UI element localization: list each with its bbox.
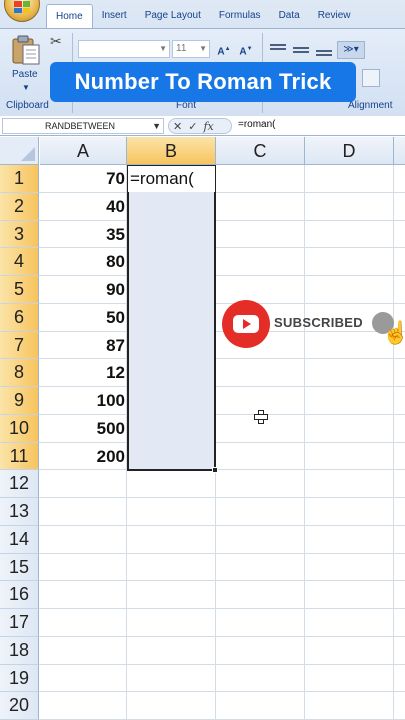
wrap-text-icon[interactable] [362,69,380,87]
formula-bar: RANDBETWEEN ▼ ✕ ✓ fx =roman( [0,116,405,136]
spreadsheet-grid: A B C D 1 2 3 4 5 6 7 8 9 10 11 12 13 14 15 16 17 18 19 20 … [0,137,405,720]
row-header-11[interactable]: 11 [0,442,39,471]
cell-a3[interactable]: 35 [40,225,125,245]
formula-buttons: ✕ ✓ fx [168,118,232,134]
cell-a4[interactable]: 80 [40,252,125,272]
chevron-down-icon: ▼ [159,44,167,53]
row-header-4[interactable]: 4 [0,248,39,276]
row-header-6[interactable]: 6 [0,303,39,332]
row-header-18[interactable]: 18 [0,636,39,665]
align-top-icon[interactable] [268,43,288,57]
fill-handle[interactable] [212,467,218,473]
cell-a9[interactable]: 100 [40,391,125,411]
subscribe-overlay[interactable]: SUBSCRIBED ☝ [222,298,405,350]
column-header-e[interactable] [394,137,405,165]
selected-range-b1-b11[interactable] [127,165,216,471]
tab-page-layout[interactable]: Page Layout [136,4,210,28]
row-header-1[interactable]: 1 [0,165,39,193]
insert-function-icon[interactable]: fx [203,120,213,133]
tab-insert[interactable]: Insert [93,4,136,28]
tab-data[interactable]: Data [270,4,309,28]
hand-cursor-icon: ☝ [382,320,405,345]
tab-review[interactable]: Review [309,4,360,28]
video-title-banner: Number To Roman Trick [50,62,356,102]
column-header-b[interactable]: B [127,137,216,165]
chevron-down-icon[interactable]: ▼ [22,83,30,92]
subscribed-label: SUBSCRIBED [274,315,363,330]
cell-a6[interactable]: 50 [40,308,125,328]
row-header-10[interactable]: 10 [0,414,39,443]
office-logo-icon [14,1,30,13]
column-header-d[interactable]: D [305,137,394,165]
row-header-5[interactable]: 5 [0,276,39,304]
active-cell-b1[interactable]: =roman( [128,166,215,192]
row-header-3[interactable]: 3 [0,220,39,249]
tab-home[interactable]: Home [46,4,93,28]
office-button[interactable] [4,0,40,22]
excel-window: Home Insert Page Layout Formulas Data Re… [0,0,405,720]
enter-icon[interactable]: ✓ [188,120,197,133]
cell-cursor-icon [254,410,268,424]
font-size-select[interactable]: 11 ▼ [172,40,210,58]
cell-a11[interactable]: 200 [40,447,125,467]
row-header-8[interactable]: 8 [0,359,39,387]
row-header-17[interactable]: 17 [0,609,39,637]
cell-a10[interactable]: 500 [40,419,125,439]
name-box-value: RANDBETWEEN [45,121,116,131]
paste-button[interactable]: Paste [12,69,38,80]
align-bottom-icon[interactable] [314,43,334,57]
row-header-14[interactable]: 14 [0,525,39,554]
chevron-down-icon[interactable]: ▼ [152,121,161,131]
cell-a8[interactable]: 12 [40,363,125,383]
group-label-alignment: Alignment [348,100,393,111]
cancel-icon[interactable]: ✕ [173,120,182,133]
cell-a7[interactable]: 87 [40,336,125,356]
tab-formulas[interactable]: Formulas [210,4,270,28]
font-name-select[interactable]: ▼ [78,40,170,58]
row-header-20[interactable]: 20 [0,692,39,720]
group-label-clipboard: Clipboard [6,100,49,111]
row-header-12[interactable]: 12 [0,470,39,498]
row-header-9[interactable]: 9 [0,387,39,415]
row-header-19[interactable]: 19 [0,664,39,693]
row-header-7[interactable]: 7 [0,331,39,360]
cell-a2[interactable]: 40 [40,197,125,217]
cell-a1[interactable]: 70 [40,169,125,189]
column-header-c[interactable]: C [216,137,305,165]
youtube-icon [222,300,270,348]
ribbon: Home Insert Page Layout Formulas Data Re… [0,0,405,116]
cell-a5[interactable]: 90 [40,280,125,300]
row-header-13[interactable]: 13 [0,498,39,526]
row-header-2[interactable]: 2 [0,192,39,221]
shrink-font-icon[interactable]: A▼ [237,40,255,58]
orientation-icon[interactable]: ≫▾ [337,41,365,59]
formula-input[interactable]: =roman( [238,119,276,130]
ribbon-tabs: Home Insert Page Layout Formulas Data Re… [46,4,359,28]
align-middle-icon[interactable] [291,43,311,57]
name-box[interactable]: RANDBETWEEN ▼ [2,118,164,134]
chevron-down-icon: ▼ [199,44,207,53]
cut-icon[interactable]: ✂ [50,33,62,50]
row-header-15[interactable]: 15 [0,553,39,582]
select-all-corner[interactable] [0,137,39,165]
row-header-16[interactable]: 16 [0,581,39,609]
font-size-value: 11 [176,43,187,54]
paste-icon[interactable] [10,35,42,65]
grow-font-icon[interactable]: A▲ [215,40,233,58]
column-header-a[interactable]: A [40,137,127,165]
